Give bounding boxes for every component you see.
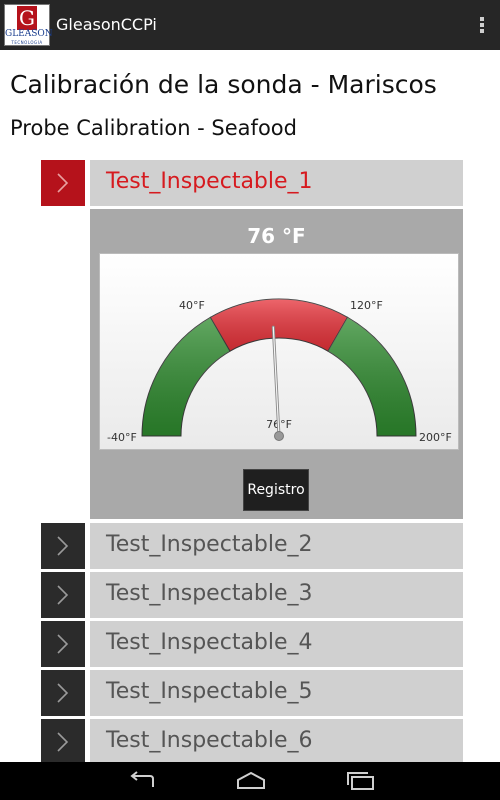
expand-toggle-button[interactable] [41,160,85,206]
list-item-label: Test_Inspectable_3 [106,581,313,606]
gauge-label-min: -40°F [107,431,137,444]
expand-toggle-button[interactable] [41,523,85,569]
gauge-label-high: 120°F [350,299,383,312]
overflow-menu-icon[interactable] [470,10,494,40]
gauge-label-low: 40°F [179,299,205,312]
system-nav-bar [0,762,500,800]
registro-button[interactable]: Registro [243,469,309,511]
chevron-right-icon [57,634,69,654]
list-item[interactable]: Test_Inspectable_3 [90,572,463,618]
action-bar: G GLEASON TECNOLOGIA GleasonCCPi [0,0,500,50]
list-item-label: Test_Inspectable_1 [106,169,313,194]
expand-toggle-button[interactable] [41,572,85,618]
gauge-svg: -40°F 40°F 120°F 200°F 76°F [107,298,452,444]
chevron-right-icon [57,536,69,556]
expand-toggle-button[interactable] [41,621,85,667]
expand-toggle-button[interactable] [41,670,85,716]
gauge-zone-shade-2 [210,299,348,352]
chevron-right-icon [57,173,69,193]
list-item-label: Test_Inspectable_5 [106,679,313,704]
list-item-label: Test_Inspectable_2 [106,532,313,557]
gauge-label-max: 200°F [419,431,452,444]
home-icon[interactable] [235,771,267,791]
list-item-label: Test_Inspectable_6 [106,728,313,753]
gleason-logo: G GLEASON TECNOLOGIA [4,4,53,46]
list-item[interactable]: Test_Inspectable_2 [90,523,463,569]
expand-toggle-button[interactable] [41,719,85,765]
list-item[interactable]: Test_Inspectable_6 [90,719,463,765]
chevron-right-icon [57,585,69,605]
list-item[interactable]: Test_Inspectable_1 [90,160,463,206]
chevron-right-icon [57,683,69,703]
list-item-label: Test_Inspectable_4 [106,630,313,655]
temperature-gauge: -40°F 40°F 120°F 200°F 76°F [99,253,459,450]
page-title-spanish: Calibración de la sonda - Mariscos [10,70,437,99]
gauge-panel: 76 °F -40°F 40°F 120°F 200°F 76°F Regist… [90,209,463,519]
list-item[interactable]: Test_Inspectable_4 [90,621,463,667]
app-title: GleasonCCPi [56,15,157,34]
back-icon[interactable] [127,771,159,791]
gauge-needle-pivot [274,431,284,441]
temperature-readout: 76 °F [247,224,306,248]
list-item[interactable]: Test_Inspectable_5 [90,670,463,716]
chevron-right-icon [57,732,69,752]
page-title-english: Probe Calibration - Seafood [10,116,297,140]
recent-apps-icon[interactable] [345,771,377,791]
